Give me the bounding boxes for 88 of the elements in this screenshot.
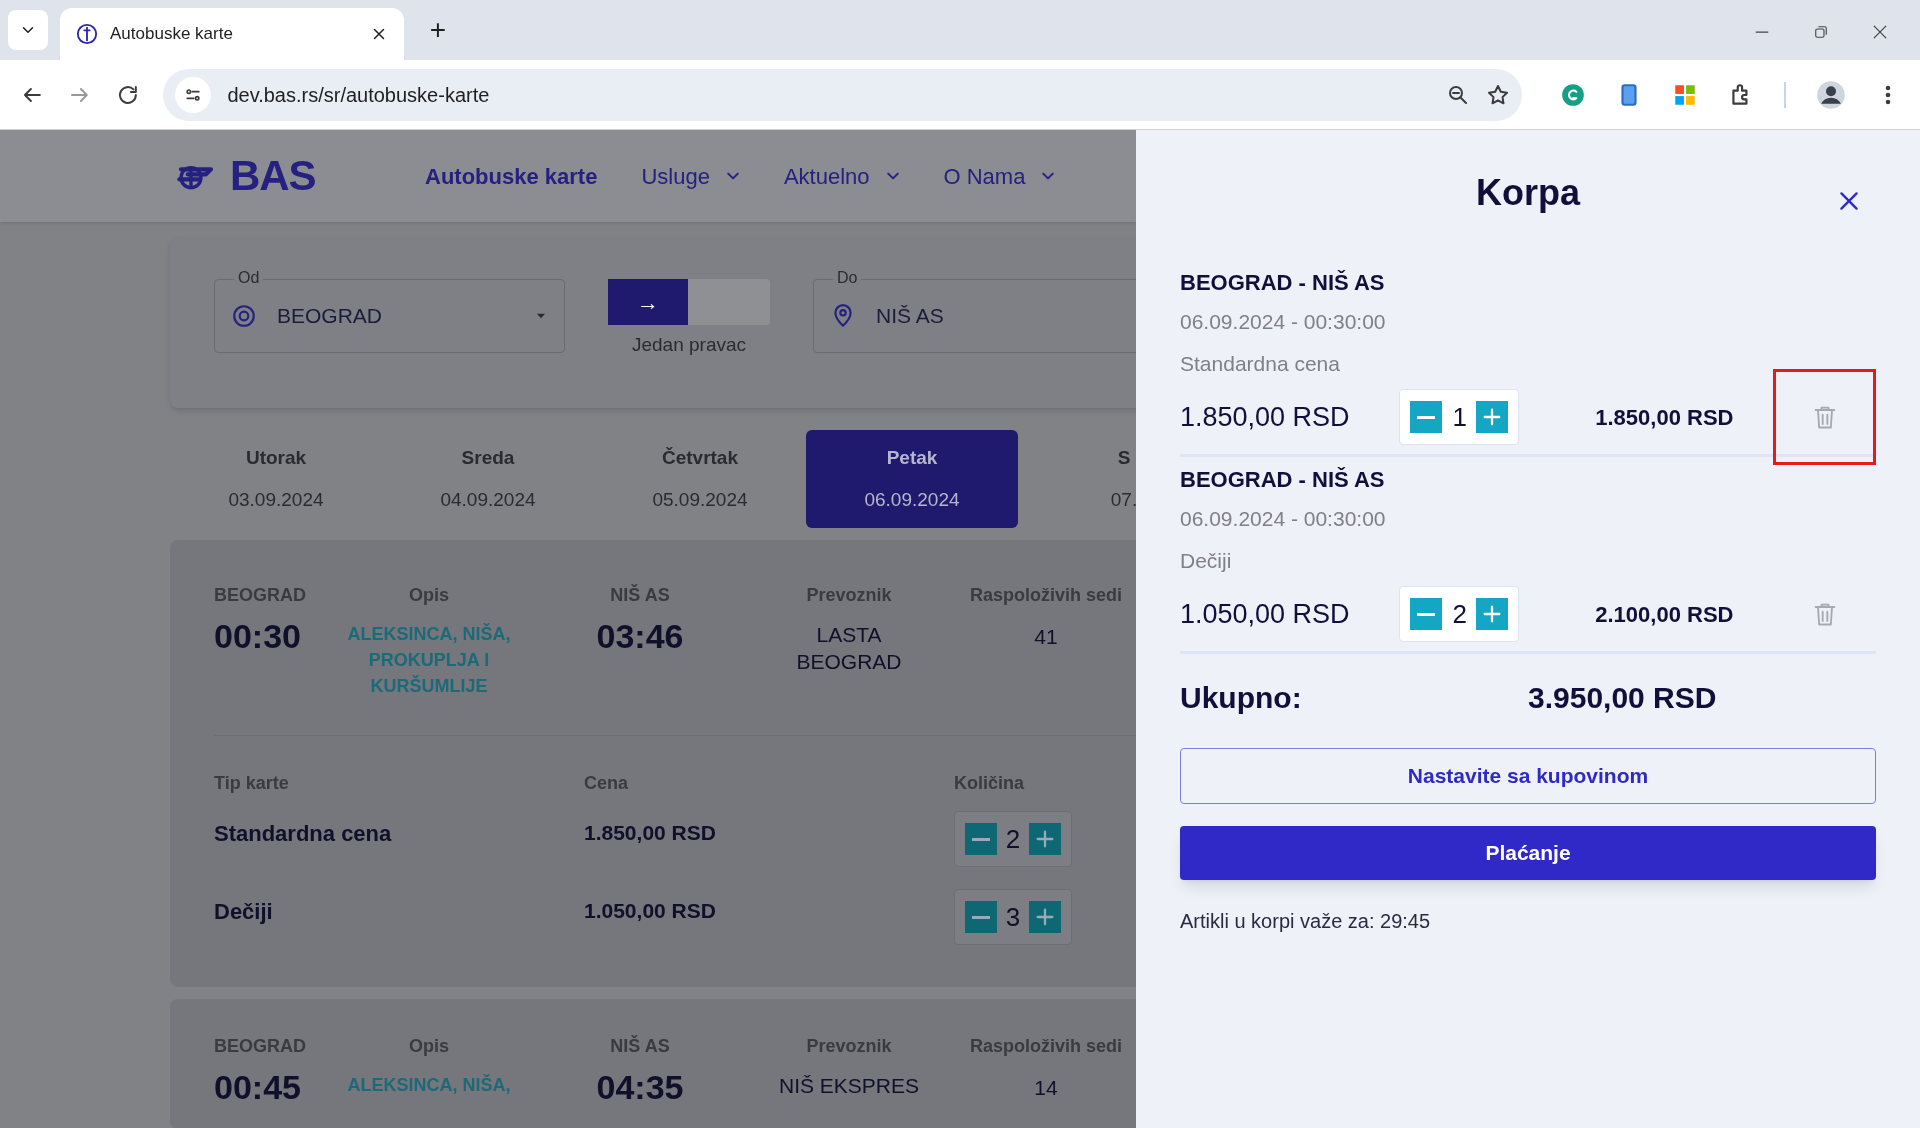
total-amount: 3.950,00 RSD xyxy=(1528,679,1717,716)
decrease-button[interactable] xyxy=(965,901,997,933)
one-way-option[interactable]: → xyxy=(608,279,688,325)
decrease-button[interactable] xyxy=(1410,401,1443,433)
ticket-type: Dečiji xyxy=(214,898,274,926)
address-bar[interactable]: dev.bas.rs/sr/autobuske-karte xyxy=(163,68,1522,121)
day-tab[interactable]: Utorak 03.09.2024 xyxy=(170,430,382,528)
column-label: Raspoloživih sedi xyxy=(969,1035,1122,1058)
plus-icon xyxy=(1034,828,1056,850)
minus-icon xyxy=(972,837,990,841)
trip-value: 00:30 xyxy=(214,616,301,657)
column-header: Količina xyxy=(954,772,1025,795)
increase-button[interactable] xyxy=(1476,598,1509,630)
cart-item-date: 06.09.2024 - 00:30:00 xyxy=(1180,506,1387,532)
trip-value: 04:35 xyxy=(596,1067,684,1108)
site-logo-icon xyxy=(76,23,98,45)
minus-icon xyxy=(1417,415,1436,419)
day-tab[interactable]: Sreda 04.09.2024 xyxy=(382,430,594,528)
quantity-value: 1 xyxy=(1452,400,1467,434)
trip-value: 41 xyxy=(1034,624,1058,650)
cart-item-price: 1.850,00 RSD xyxy=(1180,400,1351,434)
cart-item-route: BEOGRAD - NIŠ AS xyxy=(1180,466,1386,494)
browser-tab[interactable]: Autobuske karte xyxy=(60,8,404,60)
nav-link[interactable]: Usluge xyxy=(641,159,740,193)
url-text: dev.bas.rs/sr/autobuske-karte xyxy=(227,82,491,108)
star-icon[interactable] xyxy=(1486,82,1510,107)
total-label: Ukupno: xyxy=(1180,679,1303,716)
cart-title: Korpa xyxy=(1476,171,1580,215)
nav-link[interactable]: Aktuelno xyxy=(783,159,900,193)
column-label: NIŠ AS xyxy=(610,583,670,607)
trip-value: 14 xyxy=(1034,1075,1058,1101)
avatar-icon[interactable] xyxy=(1816,79,1846,110)
cart-item-ticket-type: Standardna cena xyxy=(1180,351,1341,377)
column-label: Opis xyxy=(409,584,449,607)
day-tab[interactable]: Petak 06.09.2024 xyxy=(806,430,1018,528)
column-label: NIŠ AS xyxy=(610,1034,670,1058)
ticket-type: Standardna cena xyxy=(214,820,393,848)
column-label: Opis xyxy=(409,1035,449,1058)
column-label: BEOGRAD xyxy=(214,1035,306,1058)
trip-value: 03:46 xyxy=(596,616,684,657)
cart-item-price: 1.050,00 RSD xyxy=(1180,597,1351,631)
day-tab[interactable]: S 07. xyxy=(1018,430,1136,528)
cart-timer-text: Artikli u korpi važe za: 29:45 xyxy=(1180,909,1432,934)
column-label: Raspoloživih sedi xyxy=(969,584,1122,607)
nav-link[interactable]: O Nama xyxy=(943,159,1056,193)
toggle-label: Jedan pravac xyxy=(631,333,747,357)
quantity-value: 2 xyxy=(1004,822,1022,856)
grammar-extension-icon[interactable] xyxy=(1560,81,1586,108)
trip-value: LASTA BEOGRAD xyxy=(795,622,903,675)
trip-value: 00:45 xyxy=(214,1067,301,1108)
cart-item-ticket-type: Dečiji xyxy=(1180,548,1233,574)
target-icon xyxy=(231,303,257,329)
trip-type-toggle[interactable]: → xyxy=(608,279,770,325)
trip-value: NIŠ EKSPRES xyxy=(777,1073,921,1099)
column-header: Cena xyxy=(584,772,629,795)
quantity-value: 2 xyxy=(1452,597,1467,631)
minus-icon xyxy=(1417,612,1436,616)
column-label: Prevoznik xyxy=(806,1035,892,1058)
restore-icon[interactable] xyxy=(1812,23,1830,41)
day-tab[interactable]: Četvrtak 05.09.2024 xyxy=(594,430,806,528)
column-label: Prevoznik xyxy=(806,584,892,607)
ticket-price: 1.850,00 RSD xyxy=(584,820,717,846)
minus-icon xyxy=(972,915,990,919)
cart-item-route: BEOGRAD - NIŠ AS xyxy=(1180,269,1386,297)
cart-item-subtotal: 1.850,00 RSD xyxy=(1594,403,1734,432)
tab-title: Autobuske karte xyxy=(110,23,234,46)
site-settings-button[interactable] xyxy=(175,76,212,113)
quantity-value: 3 xyxy=(1004,900,1022,934)
cart-item-date: 06.09.2024 - 00:30:00 xyxy=(1180,309,1387,335)
column-header: Tip karte xyxy=(214,772,290,795)
continue-shopping-button[interactable]: Nastavite sa kupovinom xyxy=(1180,748,1876,804)
field-value: NIŠ AS xyxy=(876,303,945,330)
ticket-price: 1.050,00 RSD xyxy=(584,898,717,924)
increase-button[interactable] xyxy=(1476,401,1509,433)
plus-icon xyxy=(1034,906,1056,928)
cart-item-subtotal: 2.100,00 RSD xyxy=(1594,600,1734,629)
decrease-button[interactable] xyxy=(965,823,997,855)
nav-link[interactable]: Autobuske karte xyxy=(425,159,598,193)
payment-button[interactable]: Plaćanje xyxy=(1180,826,1876,880)
new-tab-button[interactable]: + xyxy=(420,12,456,48)
logo-text: BAS xyxy=(230,155,316,197)
trip-value: ALEKSINCA, NIŠA, xyxy=(347,1073,511,1097)
increase-button[interactable] xyxy=(1029,823,1061,855)
trip-value: ALEKSINCA, NIŠA, PROKUPLJA I KURŠUMLIJE xyxy=(346,622,512,698)
field-value: BEOGRAD xyxy=(277,303,384,330)
decrease-button[interactable] xyxy=(1410,598,1443,630)
column-label: BEOGRAD xyxy=(214,584,306,607)
increase-button[interactable] xyxy=(1029,901,1061,933)
